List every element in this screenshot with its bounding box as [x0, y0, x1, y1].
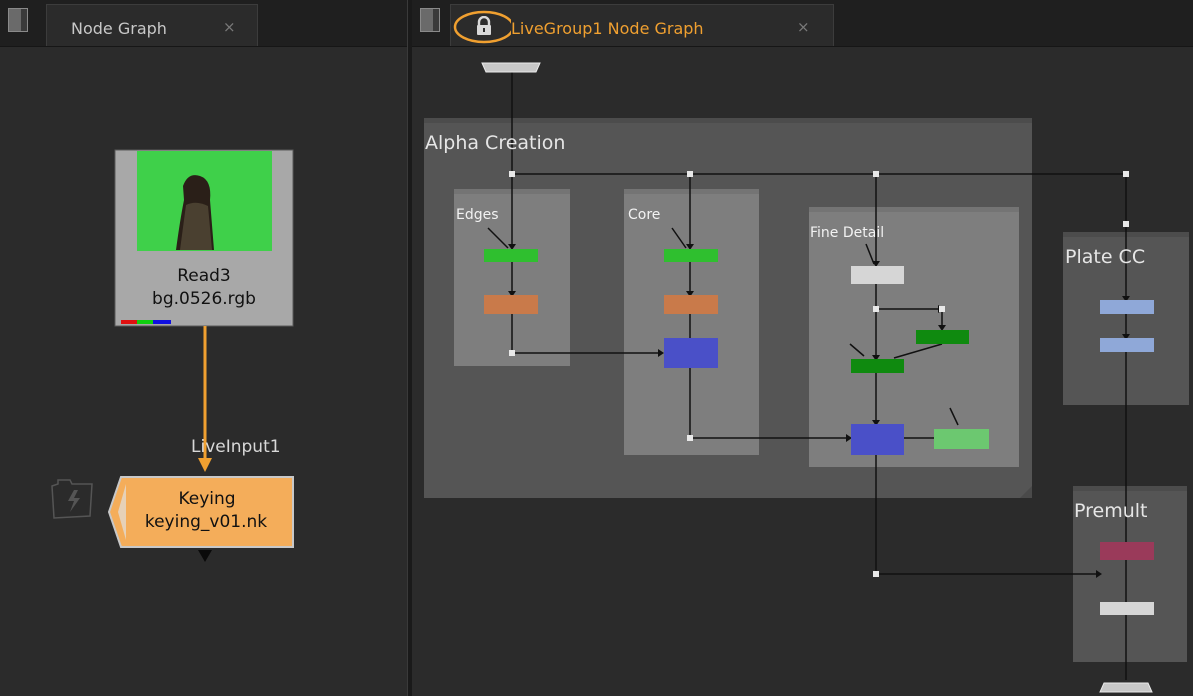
- livegroup-node-file: keying_v01.nk: [144, 512, 268, 532]
- edges-keyer-node[interactable]: [484, 249, 538, 262]
- output-node[interactable]: [1099, 682, 1153, 693]
- left-node-graph-pane[interactable]: Node Graph × Read3 bg.0526.rgb LiveInput…: [0, 0, 407, 696]
- backdrop-label-premult: Premult: [1074, 500, 1148, 522]
- left-graph-canvas[interactable]: [0, 0, 407, 696]
- livegroup-graph-canvas[interactable]: [412, 0, 1193, 696]
- plate-cc-grade-node[interactable]: [1100, 300, 1154, 314]
- fine-detail-merge-node[interactable]: [851, 359, 904, 373]
- livegroup-node-name: Keying: [178, 489, 236, 509]
- fine-detail-input-node[interactable]: [851, 266, 904, 284]
- livegroup-node-graph-pane[interactable]: LiveGroup1 Node Graph × Alpha Creation E…: [412, 0, 1193, 696]
- edges-filter-node[interactable]: [484, 295, 538, 314]
- core-filter-node[interactable]: [664, 295, 718, 314]
- green-channel-indicator: [137, 320, 153, 324]
- backdrop-label-edges: Edges: [456, 207, 499, 223]
- plate-cc-colorcorrect-node[interactable]: [1100, 338, 1154, 352]
- backdrop-label-plate-cc: Plate CC: [1065, 246, 1146, 268]
- fine-detail-mask-node[interactable]: [934, 429, 989, 449]
- livegroup-output-arrow: [198, 550, 212, 562]
- core-merge-node[interactable]: [664, 338, 718, 368]
- pipe-arrowhead: [198, 458, 212, 472]
- backdrop-label-alpha-creation: Alpha Creation: [425, 132, 566, 154]
- folder-lightning-icon: [51, 479, 93, 519]
- premult-output-node[interactable]: [1100, 602, 1154, 615]
- fine-detail-keyer-node[interactable]: [916, 330, 969, 344]
- premult-node[interactable]: [1100, 542, 1154, 560]
- blue-channel-indicator: [153, 320, 171, 324]
- read-node-file: bg.0526.rgb: [152, 289, 256, 309]
- core-keyer-node[interactable]: [664, 249, 718, 262]
- red-channel-indicator: [121, 320, 137, 324]
- backdrop-fine-detail[interactable]: [809, 207, 1019, 467]
- input-node[interactable]: [481, 62, 541, 73]
- read-node-name: Read3: [177, 266, 231, 286]
- backdrop-label-fine-detail: Fine Detail: [810, 225, 885, 241]
- live-input-label: LiveInput1: [191, 437, 281, 457]
- backdrop-label-core: Core: [628, 207, 661, 223]
- backdrop-core[interactable]: [624, 189, 759, 455]
- main-merge-node[interactable]: [851, 424, 904, 455]
